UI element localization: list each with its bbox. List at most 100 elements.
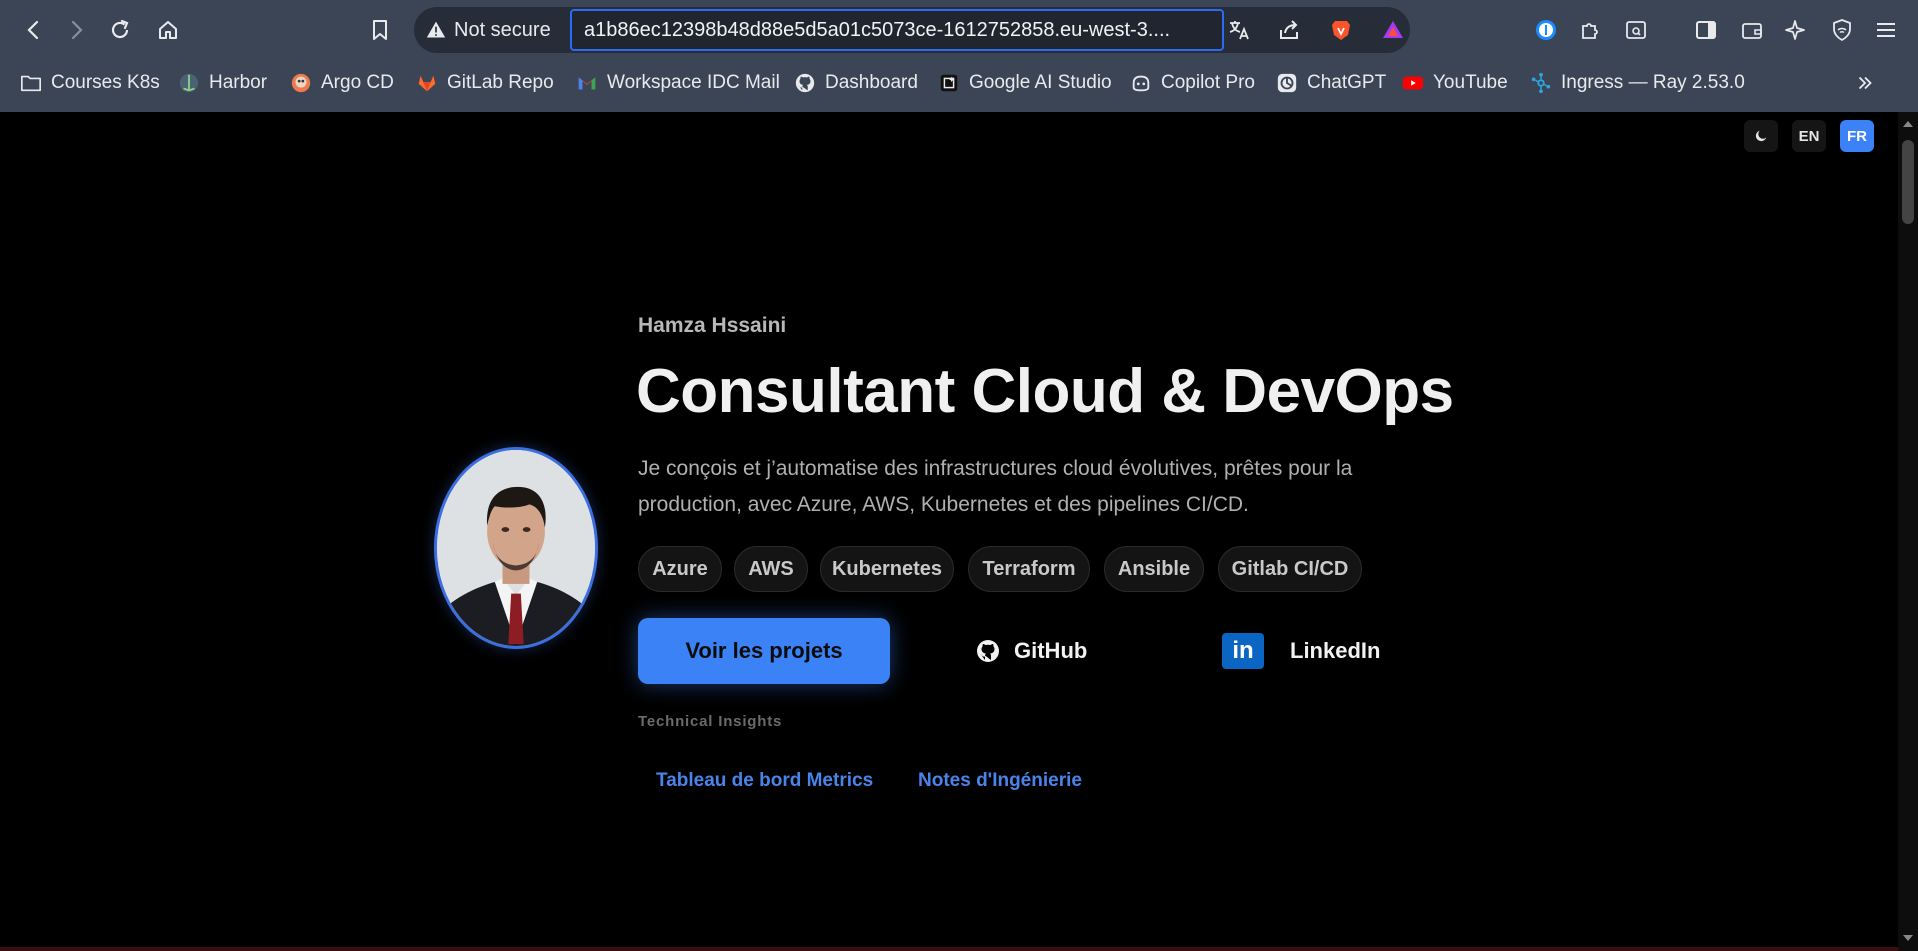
page-content: EN FR Hamza Hssaini Consultant Cloud & D… <box>0 112 1898 951</box>
moon-icon <box>1755 130 1767 142</box>
translate-button[interactable] <box>1224 15 1254 45</box>
gitlab-icon <box>416 72 438 94</box>
chevron-double-right-icon <box>1854 72 1876 94</box>
bookmark-label: ChatGPT <box>1307 72 1387 93</box>
bookmark-workspace-mail[interactable]: Workspace IDC Mail <box>576 64 780 102</box>
bookmark-harbor[interactable]: Harbor <box>178 64 267 102</box>
forward-arrow-icon <box>71 20 83 40</box>
theme-toggle-button[interactable] <box>1744 120 1778 152</box>
lang-en-button[interactable]: EN <box>1792 120 1826 152</box>
bookmark-label: YouTube <box>1433 72 1508 93</box>
bookmark-label: Courses K8s <box>51 72 160 93</box>
browser-chrome: Not secure a1b86ec12398b48d88e5d5a01c507… <box>0 0 1918 112</box>
leo-ai-button[interactable] <box>1778 12 1814 48</box>
github-icon <box>794 72 816 94</box>
brave-shields-button[interactable] <box>1326 15 1356 45</box>
view-projects-button[interactable]: Voir les projets <box>638 618 890 684</box>
profile-name: Hamza Hssaini <box>638 314 787 337</box>
bookmark-label: Dashboard <box>825 72 918 93</box>
argocd-icon <box>290 72 312 94</box>
tag-azure: Azure <box>638 546 722 592</box>
reader-button[interactable] <box>1618 12 1654 48</box>
wallet-button[interactable] <box>1734 12 1770 48</box>
tag-terraform: Terraform <box>968 546 1090 592</box>
brave-lion-icon <box>1332 21 1350 40</box>
puzzle-icon <box>1582 23 1598 39</box>
bookmark-courses-k8s[interactable]: Courses K8s <box>20 64 160 102</box>
scroll-thumb[interactable] <box>1902 140 1914 224</box>
bookmark-argo-cd[interactable]: Argo CD <box>290 64 394 102</box>
page-bottom-border <box>0 947 1898 951</box>
bookmark-gitlab-repo[interactable]: GitLab Repo <box>416 64 554 102</box>
bookmarks-bar: Courses K8s Harbor Argo CD GitLab Repo W… <box>0 64 1918 102</box>
bookmark-label: Argo CD <box>321 72 394 93</box>
insights-label: Technical Insights <box>638 713 783 730</box>
tag-ansible: Ansible <box>1104 546 1204 592</box>
lang-fr-button[interactable]: FR <box>1840 120 1874 152</box>
github-icon <box>977 640 999 662</box>
scroll-up-icon[interactable] <box>1902 118 1914 130</box>
profile-description: Je conçois et j’automatise des infrastru… <box>638 457 1353 516</box>
bookmark-youtube[interactable]: YouTube <box>1402 64 1508 102</box>
gmail-icon <box>576 72 598 94</box>
engineering-notes-link[interactable]: Notes d'Ingénierie <box>918 770 1082 792</box>
security-indicator[interactable]: Not secure <box>426 7 551 53</box>
home-icon <box>159 21 177 39</box>
scroll-down-icon[interactable] <box>1902 932 1914 944</box>
password-manager-button[interactable] <box>1528 12 1564 48</box>
reload-button[interactable] <box>102 12 138 48</box>
share-button[interactable] <box>1274 15 1304 45</box>
search-page-icon <box>1626 21 1646 39</box>
harbor-icon <box>178 72 200 94</box>
security-label: Not secure <box>454 18 551 41</box>
bookmark-dashboard[interactable]: Dashboard <box>794 64 918 102</box>
share-icon <box>1280 20 1298 39</box>
sidebar-button[interactable] <box>1688 12 1724 48</box>
bookmark-google-ai-studio[interactable]: Google AI Studio <box>938 64 1112 102</box>
bookmark-page-button[interactable] <box>362 12 398 48</box>
bookmark-label: GitLab Repo <box>447 72 554 93</box>
bookmark-chatgpt[interactable]: ChatGPT <box>1276 64 1386 102</box>
linkedin-button[interactable]: in LinkedIn <box>1222 618 1380 684</box>
tag-aws: AWS <box>734 546 808 592</box>
home-button[interactable] <box>150 12 186 48</box>
vpn-button[interactable] <box>1824 12 1860 48</box>
forward-button[interactable] <box>58 12 94 48</box>
linkedin-label: LinkedIn <box>1290 638 1381 663</box>
youtube-icon <box>1402 72 1424 94</box>
translate-icon <box>1229 21 1249 40</box>
tag-gitlab-ci: Gitlab CI/CD <box>1218 546 1362 592</box>
more-bookmarks-button[interactable] <box>1854 64 1885 102</box>
bookmark-icon <box>373 20 387 40</box>
page-title: Consultant Cloud & DevOps <box>636 357 1454 426</box>
copilot-icon <box>1130 72 1152 94</box>
tag-kubernetes: Kubernetes <box>820 546 954 592</box>
bookmark-label: Ingress — Ray 2.53.0 <box>1561 72 1745 93</box>
warning-icon <box>426 21 446 38</box>
linkedin-icon: in <box>1222 633 1264 669</box>
bookmark-label: Google AI Studio <box>969 72 1112 93</box>
browser-toolbar: Not secure a1b86ec12398b48d88e5d5a01c507… <box>0 0 1918 60</box>
brave-rewards-button[interactable] <box>1378 15 1408 45</box>
bookmark-copilot-pro[interactable]: Copilot Pro <box>1130 64 1255 102</box>
github-label: GitHub <box>1014 638 1088 663</box>
sidebar-icon <box>1696 21 1716 39</box>
ray-icon <box>1530 72 1552 94</box>
wallet-icon <box>1742 23 1762 39</box>
chatgpt-icon <box>1276 72 1298 94</box>
back-arrow-icon <box>27 20 39 40</box>
bookmark-label: Harbor <box>209 72 268 93</box>
github-button[interactable]: GitHub <box>976 618 1087 684</box>
page-scrollbar[interactable] <box>1898 112 1918 951</box>
reload-icon <box>111 19 129 39</box>
url-input[interactable]: a1b86ec12398b48d88e5d5a01c5073ce-1612752… <box>570 9 1224 51</box>
omnibox[interactable]: Not secure a1b86ec12398b48d88e5d5a01c507… <box>414 7 1410 53</box>
back-button[interactable] <box>16 12 52 48</box>
metrics-dashboard-link[interactable]: Tableau de bord Metrics <box>656 770 873 792</box>
shield-icon <box>1833 19 1851 42</box>
extensions-button[interactable] <box>1572 12 1608 48</box>
ai-studio-icon <box>938 72 960 94</box>
bookmark-ingress-ray[interactable]: Ingress — Ray 2.53.0 <box>1530 64 1745 102</box>
menu-button[interactable] <box>1868 12 1904 48</box>
folder-icon <box>20 72 42 94</box>
